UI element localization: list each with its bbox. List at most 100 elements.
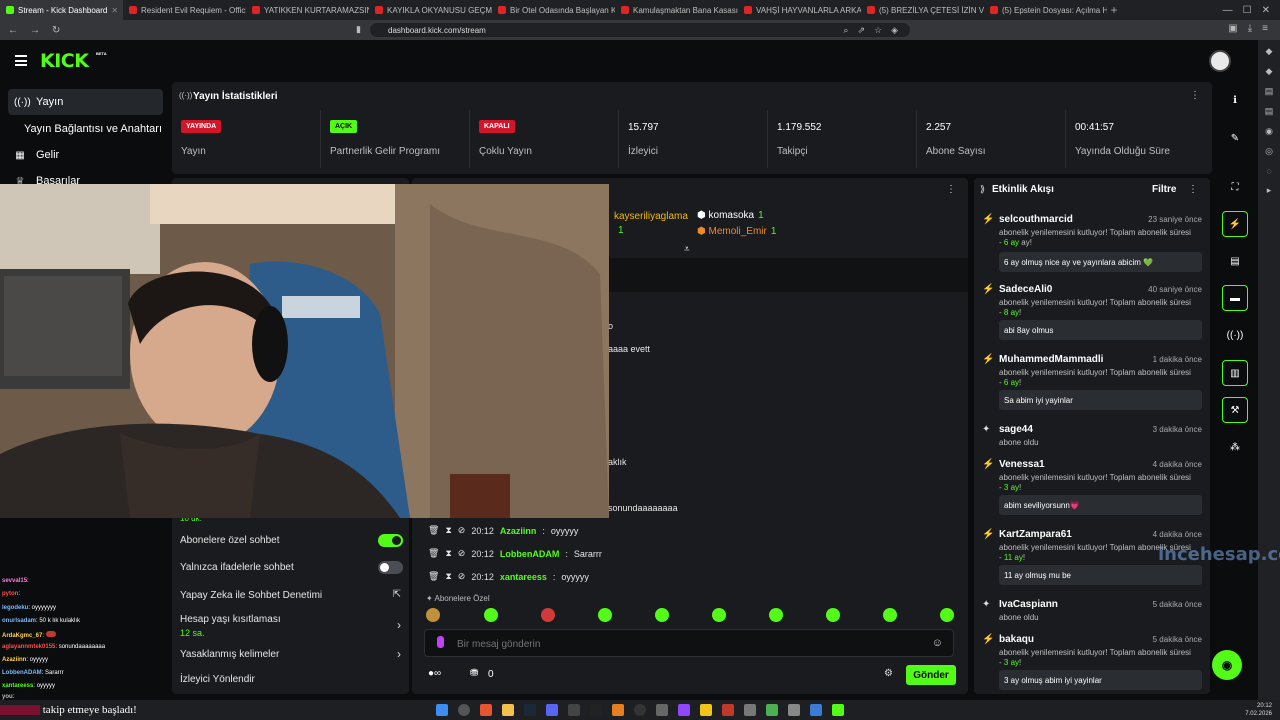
- browser-tab[interactable]: Bir Otel Odasında Başlayan Kabus: Ne: [492, 0, 615, 20]
- app-icon[interactable]: [656, 704, 668, 716]
- emote[interactable]: [598, 608, 612, 622]
- shield-icon[interactable]: ◈: [891, 25, 898, 36]
- community-icon[interactable]: ⁂: [1222, 434, 1248, 460]
- username[interactable]: IvaCaspiann: [999, 599, 1058, 610]
- kick-logo[interactable]: KICK: [40, 50, 89, 72]
- app-icon[interactable]: [678, 704, 690, 716]
- app-icon[interactable]: [788, 704, 800, 716]
- sub-only-toggle[interactable]: [378, 534, 403, 547]
- app-icon[interactable]: [612, 704, 624, 716]
- banned-words-row[interactable]: Yasaklanmış kelimeler ›: [180, 647, 403, 661]
- hamburger-menu-icon[interactable]: [15, 55, 27, 66]
- external-link-icon[interactable]: ⇱: [393, 589, 401, 600]
- url-field[interactable]: dashboard.kick.com/stream ⌕ ⇗ ☆ ◈: [370, 23, 910, 37]
- more-options-icon[interactable]: ⋮: [1188, 184, 1198, 195]
- zoom-icon[interactable]: ⌕: [843, 25, 848, 36]
- send-button[interactable]: Gönder: [906, 665, 956, 685]
- app-icon[interactable]: [810, 704, 822, 716]
- close-window-icon[interactable]: ✕: [1262, 5, 1270, 16]
- quick-actions-icon[interactable]: ⚡: [1222, 211, 1248, 237]
- broadcast-icon[interactable]: ((·)): [1222, 322, 1248, 348]
- points-icon[interactable]: ●∞: [428, 668, 441, 679]
- app-icon[interactable]: [744, 704, 756, 716]
- delete-icon[interactable]: 🗑: [428, 571, 439, 582]
- emote[interactable]: [826, 608, 840, 622]
- chat-icon[interactable]: ▬: [1222, 285, 1248, 311]
- screenshot-icon[interactable]: ▣: [1228, 23, 1237, 34]
- kick-app-icon[interactable]: [832, 704, 844, 716]
- fullscreen-icon[interactable]: ⛶: [1222, 174, 1248, 200]
- folder-icon[interactable]: [502, 704, 514, 716]
- browser-tab[interactable]: Resident Evil Requiem - Official 'Evil: [123, 0, 246, 20]
- emote[interactable]: [426, 608, 440, 622]
- more-options-icon[interactable]: ⋮: [946, 184, 956, 195]
- browser-tab[interactable]: VAHŞİ HAYVANLARLA ARKADAŞ OL: [738, 0, 861, 20]
- sub-only-chat-row[interactable]: Abonelere özel sohbet: [180, 534, 403, 547]
- bookmark-icon[interactable]: ▮: [356, 24, 361, 35]
- extension-icon[interactable]: ◌: [1266, 166, 1271, 176]
- extension-icon[interactable]: ◉: [1265, 126, 1273, 137]
- viewer-redirect-row[interactable]: İzleyici Yönlendir: [180, 674, 403, 685]
- ban-icon[interactable]: ⊘: [458, 571, 466, 582]
- reload-icon[interactable]: ↻: [52, 25, 60, 36]
- timeout-icon[interactable]: ⧗: [445, 548, 451, 559]
- extension-icon[interactable]: ▤: [1265, 86, 1274, 97]
- extension-icon[interactable]: ◎: [1265, 146, 1273, 157]
- layout-icon[interactable]: ▥: [1222, 360, 1248, 386]
- emote-only-toggle[interactable]: [378, 561, 403, 574]
- notes-icon[interactable]: ▤: [1222, 248, 1248, 274]
- emoji-icon[interactable]: ☺: [932, 637, 943, 649]
- timeout-icon[interactable]: ⧗: [445, 571, 451, 582]
- share-icon[interactable]: ⇗: [857, 25, 865, 36]
- browser-tab[interactable]: (5) Epstein Dosyası: Açılma Her Şey: [984, 0, 1107, 20]
- delete-icon[interactable]: 🗑: [428, 525, 439, 536]
- brave-icon[interactable]: [480, 704, 492, 716]
- filter-button[interactable]: Filtre: [1152, 184, 1176, 195]
- emote[interactable]: [712, 608, 726, 622]
- sidebar-item-stream-key[interactable]: Yayın Bağlantısı ve Anahtarı: [8, 116, 170, 142]
- chat-message-input[interactable]: ☺: [424, 629, 954, 657]
- app-icon[interactable]: [590, 704, 602, 716]
- chevron-right-icon[interactable]: ›: [397, 618, 401, 632]
- username[interactable]: Venessa1: [999, 459, 1045, 470]
- back-icon[interactable]: ←: [8, 25, 18, 36]
- message-field[interactable]: [457, 636, 917, 652]
- chat-settings-icon[interactable]: ⚙: [884, 668, 893, 679]
- browser-tab[interactable]: Stream - Kick Dashboard ✕: [0, 0, 123, 20]
- account-age-row[interactable]: Hesap yaşı kısıtlaması 12 sa. ›: [180, 614, 403, 638]
- edit-icon[interactable]: ✎: [1222, 125, 1248, 151]
- emote[interactable]: [883, 608, 897, 622]
- browser-tab[interactable]: Kamulaşmaktan Bana Kasasına: İsr: [615, 0, 738, 20]
- download-icon[interactable]: ⤓: [1248, 23, 1252, 34]
- discord-icon[interactable]: [546, 704, 558, 716]
- emote[interactable]: [541, 608, 555, 622]
- extension-icon[interactable]: ▸: [1267, 185, 1272, 196]
- emote[interactable]: [940, 608, 954, 622]
- minimize-icon[interactable]: —: [1223, 5, 1233, 16]
- extension-icon[interactable]: ▤: [1265, 106, 1274, 117]
- menu-icon[interactable]: ≡: [1262, 23, 1268, 34]
- username[interactable]: bakaqu: [999, 634, 1034, 645]
- microphone-icon[interactable]: [437, 636, 444, 648]
- system-clock[interactable]: 20:12 7.02.2026: [1245, 702, 1272, 718]
- avatar[interactable]: [1209, 50, 1231, 72]
- expand-icon[interactable]: ⩡: [684, 244, 690, 255]
- username[interactable]: MuhammedMammadli: [999, 354, 1103, 365]
- forward-icon[interactable]: →: [30, 25, 40, 36]
- maximize-icon[interactable]: ☐: [1243, 5, 1252, 16]
- info-icon[interactable]: ℹ: [1222, 87, 1248, 113]
- close-icon[interactable]: ✕: [111, 6, 118, 15]
- ban-icon[interactable]: ⊘: [458, 548, 466, 559]
- ai-moderation-row[interactable]: Yapay Zeka ile Sohbet Denetimi ⇱: [180, 589, 403, 601]
- star-icon[interactable]: ☆: [874, 25, 882, 36]
- app-icon[interactable]: [722, 704, 734, 716]
- browser-tab[interactable]: YATIKKEN KURTARAMAZSIN | Süride: [246, 0, 369, 20]
- username[interactable]: selcouthmarcid: [999, 214, 1073, 225]
- chevron-right-icon[interactable]: ›: [397, 647, 401, 661]
- delete-icon[interactable]: 🗑: [428, 548, 439, 559]
- username[interactable]: Azaziinn: [500, 526, 537, 536]
- username[interactable]: SadeceAli0: [999, 284, 1052, 295]
- username[interactable]: sage44: [999, 424, 1033, 435]
- support-chat-button[interactable]: ◉: [1212, 650, 1242, 680]
- emote[interactable]: [769, 608, 783, 622]
